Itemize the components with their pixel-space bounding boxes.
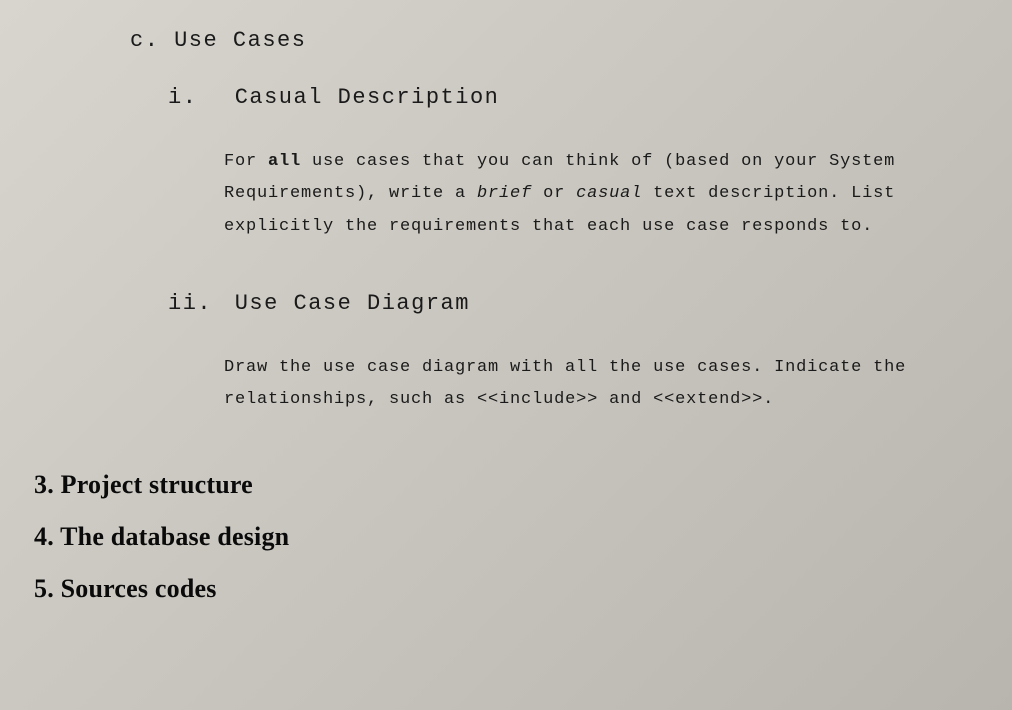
section-c-title: Use Cases bbox=[174, 28, 306, 53]
section-c: c. Use Cases i. Casual Description For a… bbox=[130, 28, 982, 416]
subsection-ii-header: ii. Use Case Diagram bbox=[168, 291, 982, 316]
subsection-i: i. Casual Description For all use cases … bbox=[168, 85, 982, 243]
main-item-marker: 3. bbox=[34, 470, 54, 499]
section-c-marker: c. bbox=[130, 28, 159, 53]
main-item-marker: 5. bbox=[34, 574, 54, 603]
body-bold: all bbox=[268, 152, 301, 171]
main-item-4: 4. The database design bbox=[34, 522, 982, 552]
body-text: or bbox=[532, 184, 576, 203]
subsection-ii: ii. Use Case Diagram Draw the use case d… bbox=[168, 291, 982, 417]
main-item-title: Project structure bbox=[61, 470, 253, 499]
main-item-marker: 4. bbox=[34, 522, 54, 551]
body-text: For bbox=[224, 152, 268, 171]
subsection-i-body: For all use cases that you can think of … bbox=[224, 146, 944, 243]
subsection-i-header: i. Casual Description bbox=[168, 85, 982, 110]
main-item-title: Sources codes bbox=[61, 574, 217, 603]
subsection-i-title: Casual Description bbox=[235, 85, 500, 110]
main-item-5: 5. Sources codes bbox=[34, 574, 982, 604]
subsection-ii-title: Use Case Diagram bbox=[235, 291, 470, 316]
body-italic: brief bbox=[477, 184, 532, 203]
section-c-header: c. Use Cases bbox=[130, 28, 982, 53]
main-item-3: 3. Project structure bbox=[34, 470, 982, 500]
subsection-ii-marker: ii. bbox=[168, 291, 220, 316]
body-text: such bbox=[389, 390, 433, 409]
body-italic: casual bbox=[576, 184, 642, 203]
subsection-i-marker: i. bbox=[168, 85, 220, 110]
body-text: as <<include>> and <<extend>>. bbox=[433, 390, 774, 409]
main-item-title: The database design bbox=[60, 522, 289, 551]
main-numbered-list: 3. Project structure 4. The database des… bbox=[34, 470, 982, 604]
subsection-ii-body: Draw the use case diagram with all the u… bbox=[224, 352, 944, 417]
